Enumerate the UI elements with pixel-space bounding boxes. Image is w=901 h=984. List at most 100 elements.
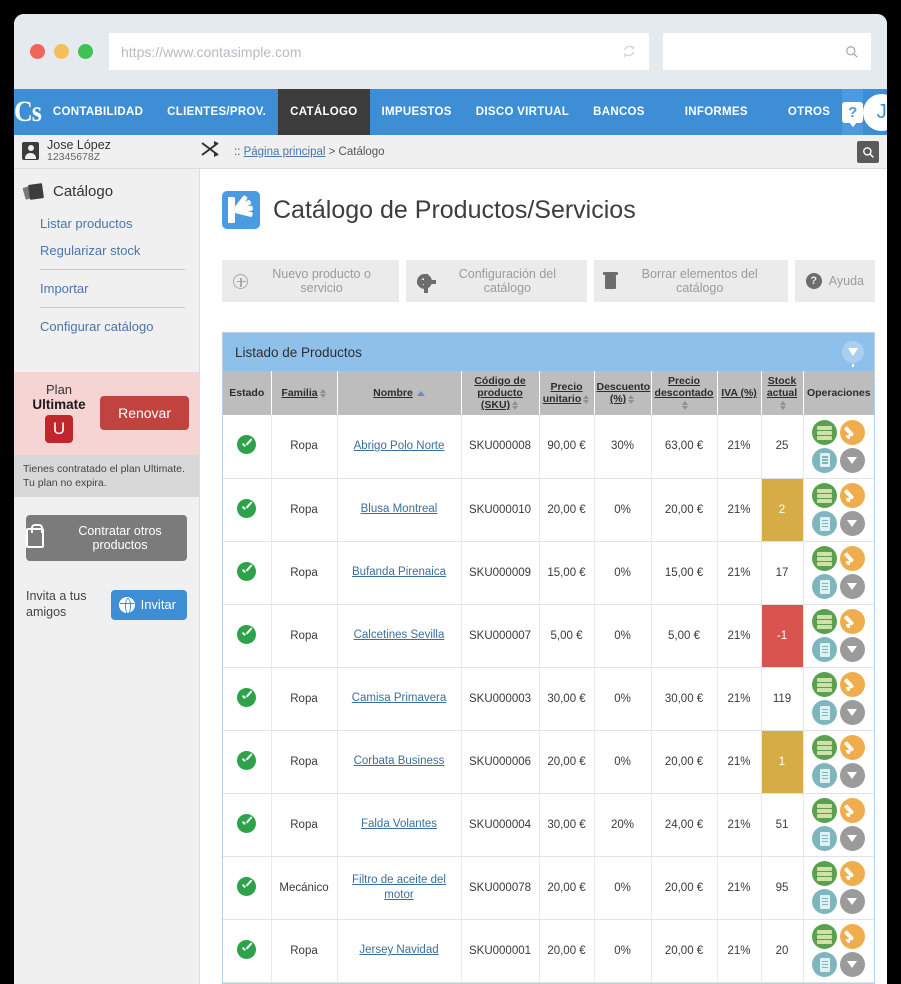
sidebar-item-regularizar-stock[interactable]: Regularizar stock <box>40 237 185 264</box>
shuffle-icon[interactable] <box>200 140 222 163</box>
col-iva[interactable]: IVA (%) <box>717 371 761 415</box>
row-operations <box>806 798 873 851</box>
stock-layers-icon[interactable] <box>812 924 837 949</box>
invite-button[interactable]: Invitar <box>111 590 187 620</box>
duplicate-doc-icon[interactable] <box>812 826 837 851</box>
nav-item-contabilidad[interactable]: CONTABILIDAD <box>41 89 155 135</box>
cell-precio-unitario: 20,00 € <box>539 919 594 982</box>
stock-layers-icon[interactable] <box>812 420 837 445</box>
breadcrumb-home-link[interactable]: Página principal <box>244 146 326 158</box>
page-toolbar: Nuevo producto o servicio Configuración … <box>222 260 875 302</box>
user-menu[interactable]: J <box>863 89 887 135</box>
nav-item-impuestos[interactable]: IMPUESTOS <box>370 89 464 135</box>
product-name-link[interactable]: Calcetines Sevilla <box>354 628 445 643</box>
renew-plan-button[interactable]: Renovar <box>100 396 189 430</box>
duplicate-doc-icon[interactable] <box>812 700 837 725</box>
edit-pencil-icon[interactable] <box>840 798 865 823</box>
product-name-link[interactable]: Falda Volantes <box>361 817 437 832</box>
col-stock-actual[interactable]: Stock actual <box>761 371 803 415</box>
minimize-window-dot[interactable] <box>54 44 69 59</box>
more-chevron-icon[interactable] <box>840 637 865 662</box>
more-chevron-icon[interactable] <box>840 574 865 599</box>
duplicate-doc-icon[interactable] <box>812 889 837 914</box>
col-familia[interactable]: Familia <box>271 371 337 415</box>
col-precio-unitario[interactable]: Precio unitario <box>539 371 594 415</box>
edit-pencil-icon[interactable] <box>840 420 865 445</box>
more-chevron-icon[interactable] <box>840 700 865 725</box>
stock-layers-icon[interactable] <box>812 546 837 571</box>
app-logo[interactable]: Cs <box>14 89 41 135</box>
more-chevron-icon[interactable] <box>840 889 865 914</box>
col-sku[interactable]: Código de producto (SKU) <box>461 371 539 415</box>
filter-button[interactable] <box>842 341 864 363</box>
configuracion-catalogo-button[interactable]: Configuración del catálogo <box>406 260 586 302</box>
maximize-window-dot[interactable] <box>78 44 93 59</box>
product-name-link[interactable]: Corbata Business <box>354 754 445 769</box>
more-chevron-icon[interactable] <box>840 826 865 851</box>
edit-pencil-icon[interactable] <box>840 483 865 508</box>
browser-search-box[interactable] <box>663 33 871 70</box>
products-table: Estado Familia Nombre Código de producto… <box>223 371 874 983</box>
col-operaciones: Operaciones <box>803 371 874 415</box>
nav-item-informes[interactable]: INFORMES <box>657 89 760 135</box>
search-button[interactable] <box>857 141 879 163</box>
duplicate-doc-icon[interactable] <box>812 574 837 599</box>
nav-item-otros[interactable]: OTROS <box>760 89 842 135</box>
borrar-elementos-button[interactable]: Borrar elementos del catálogo <box>594 260 788 302</box>
sidebar-item-importar[interactable]: Importar <box>40 275 185 302</box>
duplicate-doc-icon[interactable] <box>812 511 837 536</box>
more-chevron-icon[interactable] <box>840 448 865 473</box>
product-name-link[interactable]: Blusa Montreal <box>361 502 438 517</box>
stock-layers-icon[interactable] <box>812 861 837 886</box>
nav-item-bancos[interactable]: BANCOS <box>581 89 657 135</box>
product-name-link[interactable]: Abrigo Polo Norte <box>354 439 445 454</box>
product-name-link[interactable]: Jersey Navidad <box>359 943 438 958</box>
edit-pencil-icon[interactable] <box>840 546 865 571</box>
close-window-dot[interactable] <box>30 44 45 59</box>
nav-item-clientes-prov[interactable]: CLIENTES/PROV. <box>155 89 278 135</box>
col-nombre[interactable]: Nombre <box>337 371 461 415</box>
sort-arrows-descuento[interactable] <box>628 395 635 405</box>
stock-layers-icon[interactable] <box>812 483 837 508</box>
product-name-link[interactable]: Bufanda Pirenaica <box>352 565 446 580</box>
duplicate-doc-icon[interactable] <box>812 763 837 788</box>
stock-layers-icon[interactable] <box>812 609 837 634</box>
sidebar-item-listar-productos[interactable]: Listar productos <box>40 210 185 237</box>
nuevo-producto-button[interactable]: Nuevo producto o servicio <box>222 260 399 302</box>
col-descuento[interactable]: Descuento (%) <box>594 371 651 415</box>
edit-pencil-icon[interactable] <box>840 924 865 949</box>
more-chevron-icon[interactable] <box>840 952 865 977</box>
sort-arrows-familia[interactable] <box>320 389 327 399</box>
table-row: RopaJersey NavidadSKU00000120,00 €0%20,0… <box>223 919 874 982</box>
sort-arrows-descontado[interactable] <box>682 401 689 411</box>
sort-arrows-sku[interactable] <box>512 401 519 411</box>
nav-item-disco-virtual[interactable]: DISCO VIRTUAL <box>464 89 581 135</box>
duplicate-doc-icon[interactable] <box>812 448 837 473</box>
duplicate-doc-icon[interactable] <box>812 637 837 662</box>
product-name-link[interactable]: Camisa Primavera <box>352 691 447 706</box>
edit-pencil-icon[interactable] <box>840 609 865 634</box>
stock-layers-icon[interactable] <box>812 735 837 760</box>
edit-pencil-icon[interactable] <box>840 861 865 886</box>
sort-arrows-stock[interactable] <box>780 401 787 411</box>
stock-layers-icon[interactable] <box>812 672 837 697</box>
help-button[interactable]: ? <box>842 89 863 135</box>
edit-pencil-icon[interactable] <box>840 672 865 697</box>
more-chevron-icon[interactable] <box>840 511 865 536</box>
contratar-otros-productos-button[interactable]: Contratar otros productos <box>26 515 187 561</box>
nav-item-catalogo[interactable]: CATÁLOGO <box>278 89 369 135</box>
more-chevron-icon[interactable] <box>840 763 865 788</box>
user-info[interactable]: Jose López 12345678Z <box>14 139 200 164</box>
stock-layers-icon[interactable] <box>812 798 837 823</box>
edit-pencil-icon[interactable] <box>840 735 865 760</box>
sort-arrows-precio[interactable] <box>583 395 590 405</box>
product-name-link[interactable]: Filtro de aceite del motor <box>340 873 459 903</box>
cell-sku: SKU000006 <box>461 730 539 793</box>
address-bar[interactable]: https://www.contasimple.com <box>109 33 649 70</box>
sidebar-item-configurar-catalogo[interactable]: Configurar catálogo <box>40 313 185 340</box>
reload-icon[interactable] <box>621 44 637 60</box>
col-precio-descontado[interactable]: Precio descontado <box>651 371 717 415</box>
sort-asc-active-icon[interactable] <box>417 391 425 396</box>
ayuda-button[interactable]: ? Ayuda <box>795 260 875 302</box>
duplicate-doc-icon[interactable] <box>812 952 837 977</box>
